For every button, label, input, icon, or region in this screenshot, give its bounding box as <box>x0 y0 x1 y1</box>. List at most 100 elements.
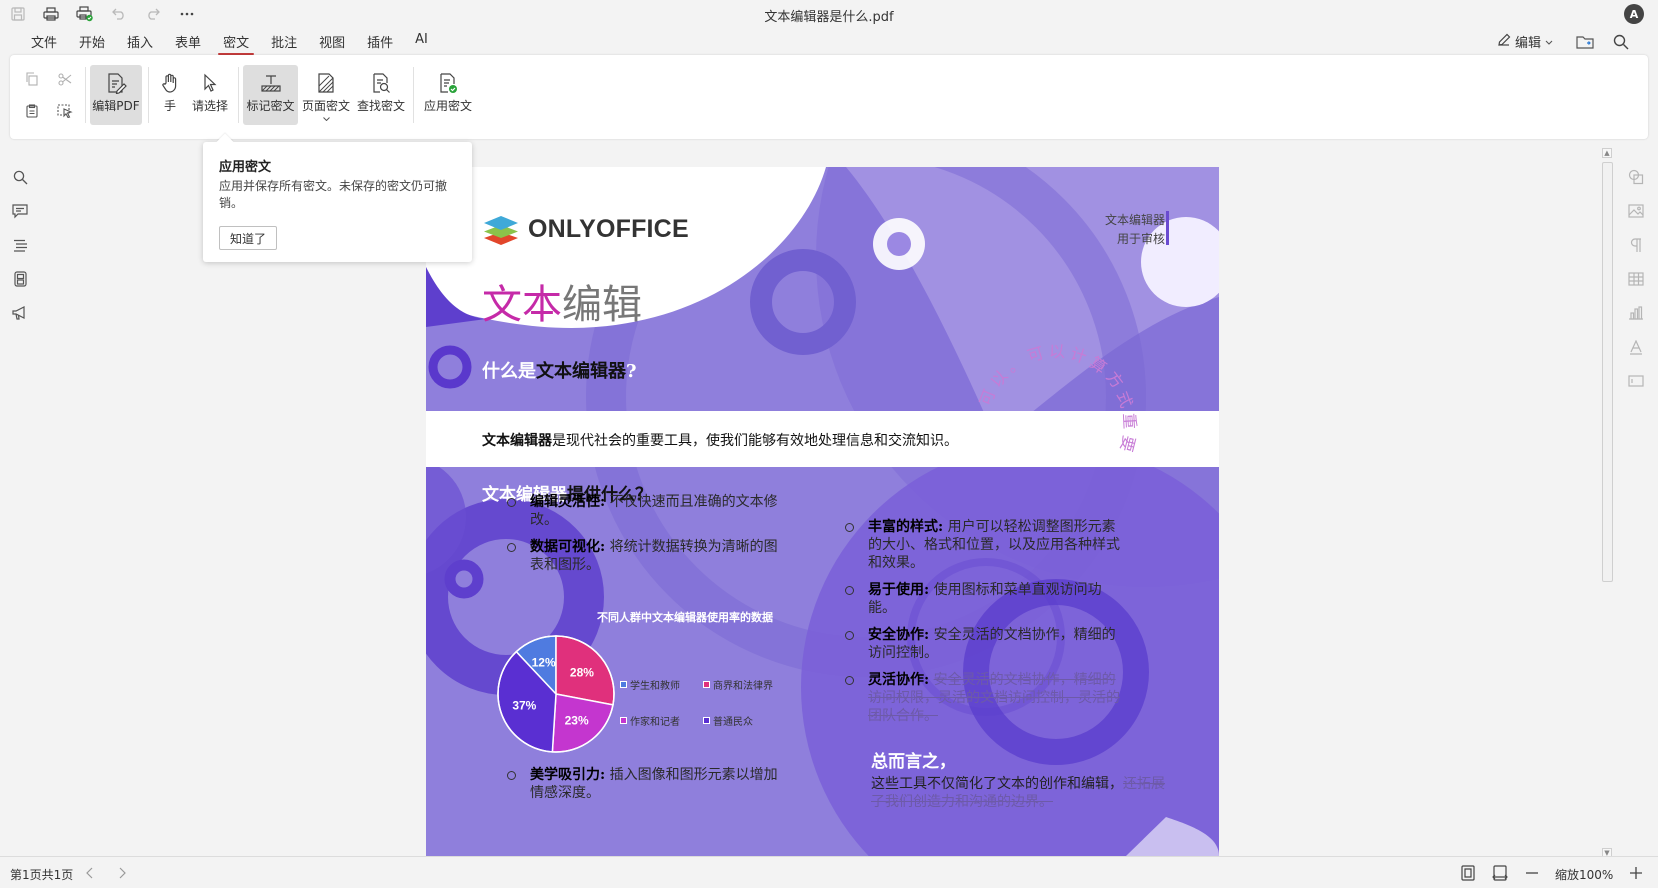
tooltip-body: 应用并保存所有密文。未保存的密文仍可撤销。 <box>219 179 448 210</box>
chevron-down-icon <box>322 114 330 122</box>
form-settings-icon[interactable] <box>1624 369 1648 393</box>
scrollbar-thumb[interactable] <box>1602 162 1613 582</box>
pie-slice-label: 28% <box>570 666 594 680</box>
ribbon-toolbar: 编辑PDF 手 请选择 标记密文 页面密文 查找密文 应用密文 <box>10 55 1648 139</box>
tab-home[interactable]: 开始 <box>68 30 116 52</box>
apply-redaction-label: 应用密文 <box>423 99 472 113</box>
find-redaction-button[interactable]: 查找密文 <box>356 65 406 125</box>
chart-settings-icon[interactable] <box>1624 301 1648 325</box>
list-item: 灵活协作: 安全灵活的文档协作，精细的访问权限，灵活的文档访问控制，灵活的团队合… <box>845 671 1124 725</box>
mark-redaction-button[interactable]: 标记密文 <box>243 65 298 125</box>
bullet-bold: 编辑灵活性: <box>530 494 606 510</box>
select-all-icon[interactable] <box>53 99 77 123</box>
intro-paragraph: 文本编辑器是现代社会的重要工具，使我们能够有效地处理信息和交流知识。 <box>482 430 958 450</box>
title-bar: 文本编辑器是什么.pdf A <box>0 0 1658 26</box>
mark-redaction-icon <box>260 69 282 97</box>
tab-forms[interactable]: 表单 <box>164 30 212 52</box>
avatar[interactable]: A <box>1624 4 1644 24</box>
thumbnails-icon[interactable] <box>8 267 32 291</box>
tab-file[interactable]: 文件 <box>20 30 68 52</box>
left-sidebar <box>8 165 32 335</box>
tooltip-title: 应用密文 <box>219 160 272 175</box>
summary-text: 这些工具不仅简化了文本的创作和编辑， <box>871 776 1123 792</box>
copy-icon[interactable] <box>20 67 44 91</box>
pie-slice-label: 37% <box>512 698 536 712</box>
status-bar: 第1页共1页 缩放100% <box>0 856 1658 888</box>
summary-paragraph: 这些工具不仅简化了文本的创作和编辑，还拓展了我们创造力和沟通的边界。 <box>871 775 1171 811</box>
paragraph-settings-icon[interactable] <box>1624 233 1648 257</box>
tab-comment[interactable]: 批注 <box>260 30 308 52</box>
bullet-bold: 安全协作: <box>868 627 930 643</box>
legend-label: 作家和记者 <box>630 717 680 728</box>
pdf-page: 12% 28% 23% 37% ONLYOFFICE 文本编辑器 用于审核 文本编辑 … <box>426 167 1219 856</box>
text-art-settings-icon[interactable] <box>1624 335 1648 359</box>
tab-ai[interactable]: AI <box>404 30 439 52</box>
legend-swatch <box>703 717 710 724</box>
edit-pdf-label: 编辑PDF <box>92 99 140 113</box>
paste-icon[interactable] <box>20 99 44 123</box>
edit-mode-dropdown[interactable]: 编辑 <box>1497 32 1553 51</box>
edit-pdf-button[interactable]: 编辑PDF <box>90 65 142 125</box>
chevron-down-icon <box>1545 34 1553 49</box>
open-file-location-icon[interactable] <box>1574 31 1596 53</box>
zoom-in-icon[interactable] <box>1626 863 1646 883</box>
fit-width-icon[interactable] <box>1490 863 1510 883</box>
previous-page-icon[interactable] <box>80 863 100 883</box>
page-redaction-button[interactable]: 页面密文 <box>301 65 351 129</box>
legend-swatch <box>620 681 627 688</box>
table-settings-icon[interactable] <box>1624 267 1648 291</box>
list-item: 数据可视化: 将统计数据转换为清晰的图表和图形。 <box>507 538 788 574</box>
got-it-button[interactable]: 知道了 <box>219 226 278 250</box>
cut-icon[interactable] <box>53 67 77 91</box>
search-icon[interactable] <box>1610 31 1632 53</box>
curved-text-glyph: 重 <box>1119 412 1140 430</box>
legend-swatch <box>620 717 627 724</box>
main-title-part-2: 编辑 <box>562 282 642 328</box>
main-title-part-1: 文本 <box>482 282 562 328</box>
heading-what-part-2: 文本编辑器 <box>536 361 626 382</box>
navigation-icon[interactable] <box>8 233 32 257</box>
hand-tool-button[interactable]: 手 <box>156 65 184 125</box>
feedback-icon[interactable] <box>8 301 32 325</box>
header-caption-line-2: 用于审核 <box>1116 232 1165 246</box>
fit-page-icon[interactable] <box>1458 863 1478 883</box>
bullet-bold: 美学吸引力: <box>530 767 606 783</box>
page-indicator: 第1页共1页 <box>10 868 74 882</box>
onlyoffice-logo-icon <box>484 216 518 245</box>
summary-heading: 总而言之， <box>871 752 956 772</box>
menu-tabs: 文件 开始 插入 表单 密文 批注 视图 插件 AI <box>20 30 439 55</box>
select-label: 请选择 <box>191 99 228 113</box>
legend-item: 作家和记者 <box>620 713 680 728</box>
vertical-scrollbar[interactable]: ▲ ▼ <box>1601 148 1613 858</box>
tab-redact[interactable]: 密文 <box>212 30 260 55</box>
legend-swatch <box>703 681 710 688</box>
zoom-out-icon[interactable] <box>1522 863 1542 883</box>
search-icon[interactable] <box>8 165 32 189</box>
legend-item: 学生和教师 <box>620 677 680 692</box>
bullet-bold: 丰富的样式: <box>868 519 944 535</box>
list-item: 易于使用: 使用图标和菜单直观访问功能。 <box>845 581 1124 617</box>
list-item: 丰富的样式: 用户可以轻松调整图形元素的大小、格式和位置，以及应用各种样式和效果… <box>845 518 1124 572</box>
right-sidebar <box>1624 165 1648 403</box>
comments-icon[interactable] <box>8 199 32 223</box>
apply-redaction-icon <box>438 69 458 97</box>
scroll-up-arrow[interactable]: ▲ <box>1602 148 1612 158</box>
mark-redaction-label: 标记密文 <box>246 99 295 113</box>
list-item: 编辑灵活性: 不仅快速而且准确的文本修改。 <box>507 493 788 529</box>
legend-label: 普通民众 <box>713 717 753 728</box>
image-settings-icon[interactable] <box>1624 199 1648 223</box>
bullet-bold: 数据可视化: <box>530 539 606 555</box>
tab-insert[interactable]: 插入 <box>116 30 164 52</box>
find-redaction-icon <box>371 69 391 97</box>
section-heading-what: 什么是文本编辑器? <box>482 357 637 383</box>
tab-plugins[interactable]: 插件 <box>356 30 404 52</box>
apply-redaction-button[interactable]: 应用密文 <box>423 65 473 125</box>
next-page-icon[interactable] <box>112 863 132 883</box>
select-tool-button[interactable]: 请选择 <box>190 65 230 125</box>
legend-label: 学生和教师 <box>630 681 680 692</box>
page-redaction-label: 页面密文 <box>301 99 350 113</box>
header-caption-line-1: 文本编辑器 <box>1104 213 1165 227</box>
tab-view[interactable]: 视图 <box>308 30 356 52</box>
bullet-bold: 易于使用: <box>868 582 930 598</box>
shape-settings-icon[interactable] <box>1624 165 1648 189</box>
